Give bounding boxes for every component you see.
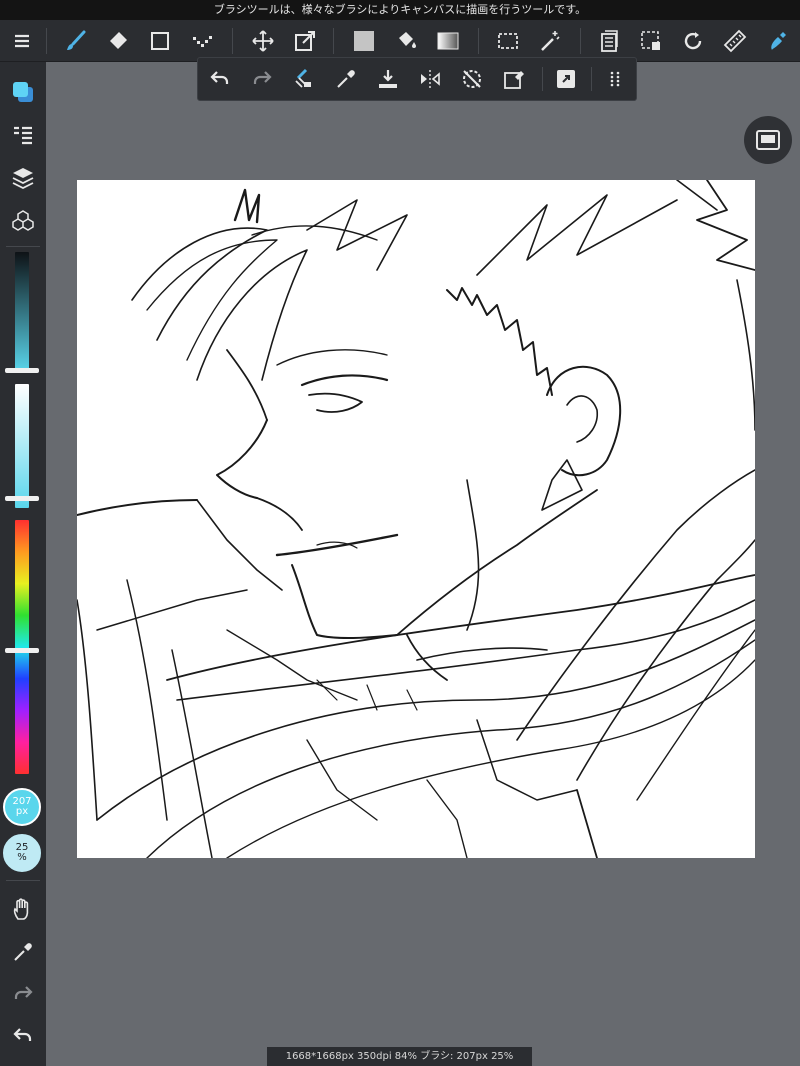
menu-button[interactable] (2, 20, 42, 62)
ruler-button[interactable] (715, 20, 755, 62)
eraser-select-button[interactable] (495, 58, 533, 100)
eyedropper-icon (14, 943, 32, 961)
brush-opacity-unit: % (17, 852, 27, 863)
reset-rotate-icon (463, 70, 481, 88)
fill-color-icon (354, 31, 374, 51)
drawing-canvas[interactable] (77, 180, 755, 858)
window-toggle-button[interactable] (744, 116, 792, 164)
share-icon (557, 70, 575, 88)
dot-tool-icon (193, 36, 212, 47)
reset-rotate-button[interactable] (453, 58, 491, 100)
redo-button[interactable] (243, 58, 281, 100)
brush-settings-button[interactable] (757, 20, 797, 62)
eyedropper-button[interactable] (327, 58, 365, 100)
color-swatch-icon (13, 82, 33, 102)
saturation-slider[interactable] (15, 384, 29, 508)
layers-icon (12, 168, 34, 190)
sidebar-undo-button[interactable] (0, 1016, 46, 1056)
magic-wand-icon (541, 31, 560, 51)
brush-icon (67, 30, 86, 50)
brush-size-unit: px (15, 806, 29, 817)
move-tool-button[interactable] (243, 20, 283, 62)
layers-button[interactable] (0, 158, 46, 198)
eyedropper-icon (337, 70, 355, 88)
brush-active-icon (771, 32, 786, 50)
undo-button[interactable] (201, 58, 239, 100)
brightness-slider[interactable] (15, 252, 29, 372)
fill-color-button[interactable] (344, 20, 384, 62)
flip-icon (421, 70, 440, 88)
gradient-icon (437, 32, 459, 50)
eraser-tool-button[interactable] (98, 20, 138, 62)
eraser-icon (110, 32, 127, 49)
undo-icon (210, 71, 229, 84)
share-button[interactable] (547, 58, 585, 100)
window-icon (756, 130, 780, 150)
top-toolbar (0, 20, 800, 62)
rotate-icon (684, 32, 702, 50)
hand-tool-button[interactable] (0, 890, 46, 930)
materials-button[interactable] (0, 201, 46, 241)
menu-icon (15, 34, 29, 48)
eraser-select-icon (504, 71, 524, 89)
sidebar-eyedropper-button[interactable] (0, 932, 46, 972)
select-layer-icon (641, 31, 660, 50)
rectangle-icon (151, 32, 169, 50)
tooltip-message: ブラシツールは、様々なブラシによりキャンバスに描画を行うツールです。 (0, 0, 800, 20)
materials-icon (12, 210, 34, 231)
transform-tool-button[interactable] (285, 20, 325, 62)
select-icon (498, 33, 518, 49)
sub-toolbar (197, 57, 637, 101)
gradient-tool-button[interactable] (428, 20, 468, 62)
bucket-tool-button[interactable] (386, 20, 426, 62)
hand-icon (13, 898, 29, 920)
redo-icon (253, 71, 272, 84)
flip-button[interactable] (411, 58, 449, 100)
dot-tool-button[interactable] (182, 20, 222, 62)
ruler-icon (723, 29, 747, 53)
move-icon (252, 30, 274, 52)
layer-list-button[interactable] (589, 20, 629, 62)
import-icon (379, 70, 397, 88)
brush-tool-button[interactable] (56, 20, 96, 62)
hue-thumb[interactable] (5, 647, 39, 653)
brightness-thumb[interactable] (5, 367, 39, 373)
more-icon (610, 71, 620, 87)
transform-icon (295, 31, 315, 51)
layer-panel-button[interactable] (0, 116, 46, 156)
saturation-thumb[interactable] (5, 496, 39, 502)
layer-list-icon (601, 30, 618, 52)
import-button[interactable] (369, 58, 407, 100)
redo-icon (14, 986, 33, 999)
magic-wand-button[interactable] (530, 20, 570, 62)
status-bar: 1668*1668px 350dpi 84% ブラシ: 207px 25% (267, 1047, 532, 1066)
left-sidebar: 207 px 25 % (0, 62, 46, 1066)
undo-icon (13, 1028, 32, 1041)
select-tool-button[interactable] (488, 20, 528, 62)
clear-button[interactable] (285, 58, 323, 100)
rotate-button[interactable] (673, 20, 713, 62)
clear-icon (295, 68, 311, 88)
color-swatch-button[interactable] (0, 72, 46, 112)
layer-panel-icon (14, 126, 32, 145)
select-layer-button[interactable] (631, 20, 671, 62)
brush-opacity-button[interactable]: 25 % (3, 834, 41, 872)
more-button[interactable] (596, 58, 634, 100)
sketch-artwork (77, 180, 755, 858)
brush-size-button[interactable]: 207 px (3, 788, 41, 826)
rectangle-tool-button[interactable] (140, 20, 180, 62)
bucket-icon (399, 32, 416, 48)
sidebar-redo-button[interactable] (0, 974, 46, 1014)
